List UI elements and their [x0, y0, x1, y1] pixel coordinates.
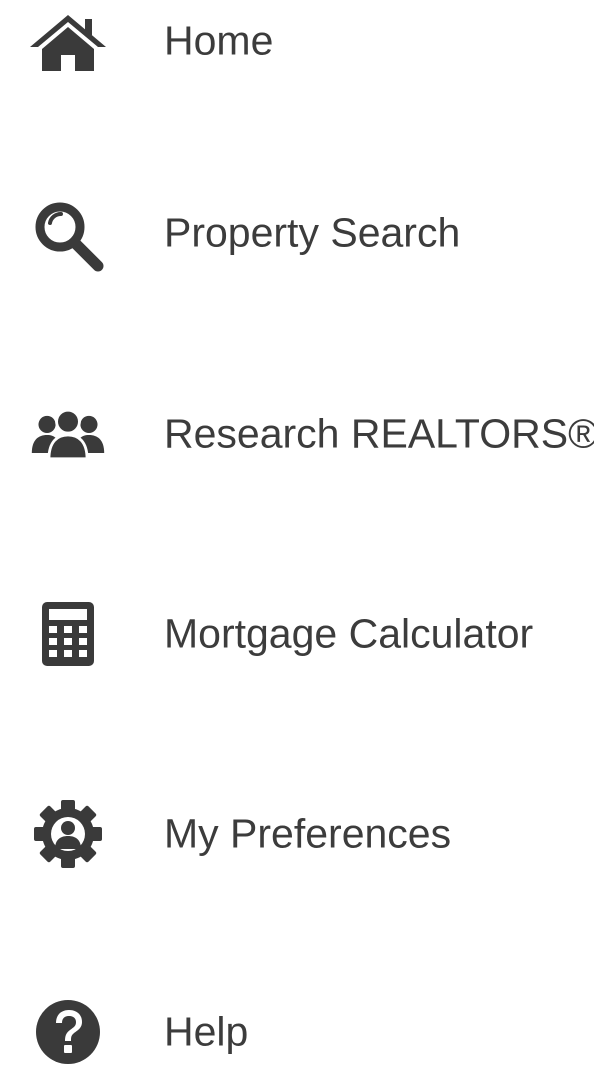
nav-item-my-preferences[interactable]: My Preferences: [0, 784, 594, 884]
nav-item-label: Mortgage Calculator: [164, 610, 534, 657]
nav-item-label: Help: [164, 1008, 249, 1055]
home-icon: [28, 1, 108, 81]
calculator-icon: [28, 594, 108, 674]
nav-item-mortgage-calculator[interactable]: Mortgage Calculator: [0, 584, 594, 684]
nav-item-help[interactable]: Help: [0, 982, 594, 1082]
nav-item-property-search[interactable]: Property Search: [0, 183, 594, 283]
nav-item-label: Research REALTORS®: [164, 410, 594, 457]
nav-item-label: Home: [164, 17, 274, 64]
user-gear-icon: [28, 794, 108, 874]
question-circle-icon: [28, 992, 108, 1072]
nav-item-research-realtors[interactable]: Research REALTORS®: [0, 384, 594, 484]
users-icon: [28, 394, 108, 474]
nav-item-home[interactable]: Home: [0, 0, 594, 91]
nav-item-label: My Preferences: [164, 810, 452, 857]
magnifier-icon: [28, 193, 108, 273]
nav-item-label: Property Search: [164, 209, 461, 256]
main-nav-menu: Home Property Search Research REALTORS®: [0, 0, 594, 1069]
